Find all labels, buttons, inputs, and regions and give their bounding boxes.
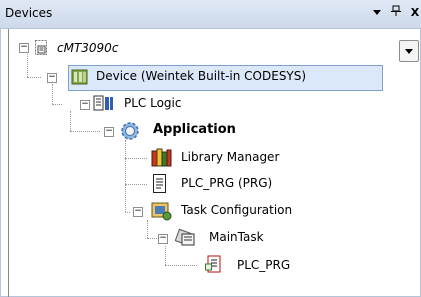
tree-connector xyxy=(165,246,166,265)
project-file-icon xyxy=(35,40,47,55)
close-icon: X xyxy=(410,6,420,19)
plc-logic-icon xyxy=(93,95,113,111)
tree-connector xyxy=(52,84,53,104)
collapse-toggle[interactable]: − xyxy=(158,234,168,244)
tree-connector xyxy=(147,238,157,239)
collapse-toggle[interactable]: − xyxy=(133,207,143,217)
tree-connector xyxy=(27,77,41,78)
tree-connector xyxy=(125,158,147,159)
view-dropdown-button[interactable] xyxy=(399,40,419,62)
panel-left-border xyxy=(8,29,9,297)
application-gear-icon xyxy=(121,122,139,140)
tree-item-task-configuration[interactable]: Task Configuration xyxy=(181,203,292,217)
plc-device-icon xyxy=(71,69,88,85)
tree-item-project[interactable]: cMT3090c xyxy=(57,41,118,55)
tree-item-plc-prg-call[interactable]: PLC_PRG xyxy=(237,258,290,272)
program-call-icon xyxy=(205,255,221,273)
tree-item-main-task[interactable]: MainTask xyxy=(209,230,264,244)
collapse-toggle[interactable]: − xyxy=(47,73,57,83)
tree-connector xyxy=(125,140,126,212)
tree-item-library-manager[interactable]: Library Manager xyxy=(181,150,279,164)
tree-item-plc-logic[interactable]: PLC Logic xyxy=(124,96,181,110)
task-icon xyxy=(175,228,195,246)
pou-document-icon xyxy=(153,174,166,193)
tree-connector xyxy=(27,51,28,77)
panel-title: Devices xyxy=(5,6,53,20)
tree-connector xyxy=(147,220,148,238)
tree-item-device[interactable]: Device (Weintek Built-in CODESYS) xyxy=(96,69,306,83)
library-books-icon xyxy=(151,148,172,167)
panel-title-bar: Devices X xyxy=(0,0,421,29)
close-button[interactable]: X xyxy=(407,5,421,21)
tree-connector xyxy=(70,111,71,131)
tree-connector xyxy=(70,131,100,132)
tree-connector xyxy=(125,212,130,213)
pin-icon xyxy=(391,5,401,16)
task-configuration-icon xyxy=(151,202,172,221)
tree-connector xyxy=(52,104,62,105)
triangle-down-icon xyxy=(373,10,381,15)
tree-item-application[interactable]: Application xyxy=(153,122,236,137)
panel-menu-button[interactable] xyxy=(369,5,385,21)
pin-button[interactable] xyxy=(388,5,404,21)
tree-item-plc-prg-pou[interactable]: PLC_PRG (PRG) xyxy=(181,176,272,190)
collapse-toggle[interactable]: − xyxy=(19,43,29,53)
tree-connector xyxy=(165,265,197,266)
tree-connector xyxy=(125,184,147,185)
collapse-toggle[interactable]: − xyxy=(80,100,90,110)
collapse-toggle[interactable]: − xyxy=(104,127,114,137)
